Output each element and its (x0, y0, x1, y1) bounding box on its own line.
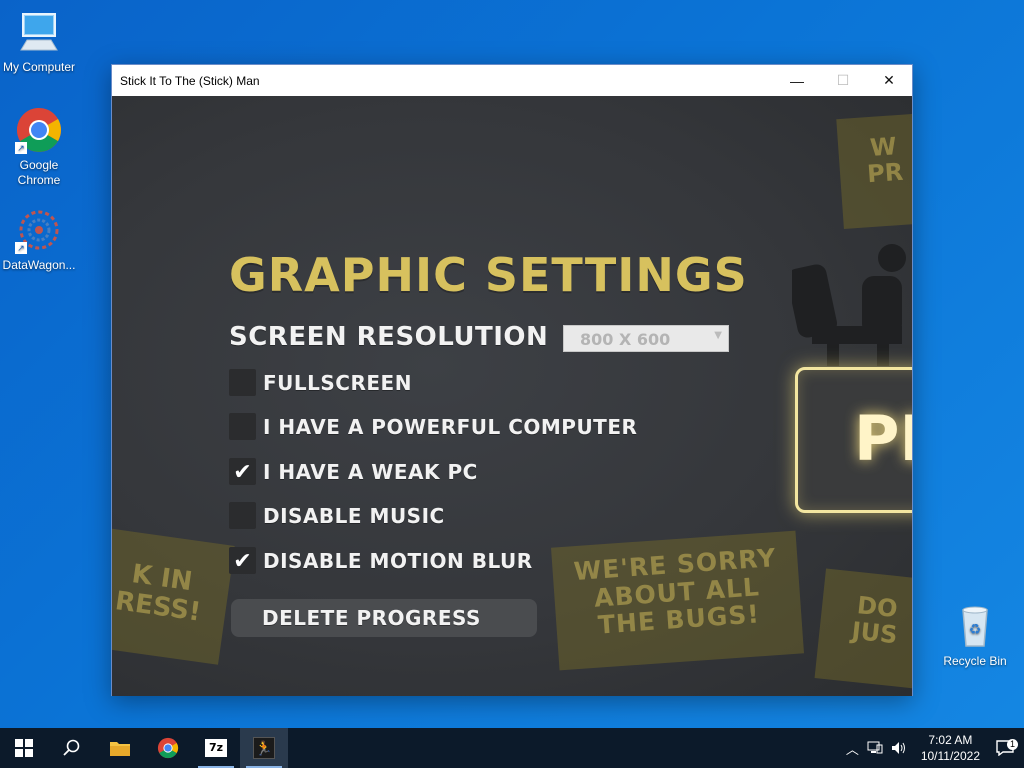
option-powerful-computer[interactable]: I HAVE A POWERFUL COMPUTER (229, 413, 637, 440)
svg-text:♻: ♻ (969, 621, 982, 637)
option-label: I HAVE A WEAK PC (263, 459, 478, 484)
folder-icon (110, 742, 130, 756)
taskbar-stick-it-game[interactable]: 🏃 (240, 728, 288, 768)
option-fullscreen[interactable]: FULLSCREEN (229, 369, 412, 396)
fullscreen-checkbox[interactable] (229, 369, 256, 396)
screen-resolution-value: 800 X 600 (580, 330, 671, 349)
checkmark-icon: ✔ (233, 547, 252, 573)
desktop-icon-recycle-bin[interactable]: ♻ Recycle Bin (937, 602, 1013, 669)
option-label: I HAVE A POWERFUL COMPUTER (263, 414, 638, 439)
poster-sorry: WE'RE SORRY ABOUT ALL THE BUGS! (551, 530, 804, 671)
game-canvas[interactable]: W PR K IN RESS! WE'RE SORRY ABOUT ALL TH… (112, 96, 912, 696)
windows-icon (15, 739, 33, 757)
volume-icon[interactable] (887, 741, 911, 755)
play-button[interactable]: PL (795, 367, 912, 513)
desktop-icon-label: Recycle Bin (943, 654, 1007, 668)
computer-icon (15, 8, 63, 56)
close-button[interactable]: ✕ (866, 65, 912, 96)
powerful-computer-checkbox[interactable] (229, 413, 256, 440)
clock-time: 7:02 AM (928, 733, 973, 747)
poster-right: DO JUS (814, 568, 912, 690)
search-icon (63, 739, 80, 756)
checkmark-icon: ✔ (233, 458, 252, 484)
disable-music-checkbox[interactable] (229, 502, 256, 529)
desktop-icon-my-computer[interactable]: My Computer (1, 8, 77, 75)
game-window: Stick It To The (Stick) Man — ☐ ✕ W PR K… (111, 64, 913, 696)
poster-left: K IN RESS! (112, 527, 235, 665)
minimize-button[interactable]: — (774, 65, 820, 96)
chrome-icon: ↗ (15, 106, 63, 154)
window-title: Stick It To The (Stick) Man (120, 73, 260, 88)
start-button[interactable] (0, 728, 48, 768)
option-label: DISABLE MUSIC (263, 503, 445, 528)
clock[interactable]: 7:02 AM 10/11/2022 (911, 732, 990, 764)
desktop-icon-label: My Computer (2, 60, 76, 74)
stickman-silhouette-icon (792, 244, 906, 366)
chrome-icon (157, 737, 179, 759)
poster-top-right: W PR (836, 112, 912, 230)
system-tray: ︿ 7:02 AM 10/11/2022 1 (842, 728, 1024, 768)
chevron-up-icon[interactable]: ︿ (842, 739, 863, 758)
delete-progress-button[interactable]: DELETE PROGRESS (231, 599, 537, 637)
screen-resolution-dropdown[interactable]: 800 X 600 ▼ (563, 325, 729, 352)
taskbar-chrome[interactable] (144, 728, 192, 768)
desktop-icon-google-chrome[interactable]: ↗ Google Chrome (1, 106, 77, 188)
taskbar: 7z 🏃 ︿ 7:02 AM 10/11/2022 1 (0, 728, 1024, 768)
desktop-icon-label: Google Chrome (17, 158, 61, 187)
7zip-icon: 7z (205, 739, 227, 757)
weak-pc-checkbox[interactable]: ✔ (229, 458, 256, 485)
search-button[interactable] (48, 728, 96, 768)
stickman-game-icon: 🏃 (253, 737, 275, 759)
option-label: DISABLE MOTION BLUR (263, 548, 533, 573)
graphic-settings-title: GRAPHIC SETTINGS (229, 248, 748, 302)
network-icon[interactable] (863, 741, 887, 755)
screen-resolution-label: SCREEN RESOLUTION (229, 322, 549, 352)
option-label: FULLSCREEN (263, 370, 412, 395)
desktop-icon-datawagon[interactable]: ↗ DataWagon... (1, 206, 77, 273)
delete-progress-label: DELETE PROGRESS (262, 606, 481, 630)
shortcut-arrow-icon: ↗ (15, 242, 27, 254)
option-disable-music[interactable]: DISABLE MUSIC (229, 502, 445, 529)
datawagon-icon: ↗ (15, 206, 63, 254)
clock-date: 10/11/2022 (920, 749, 980, 763)
notification-count-badge: 1 (1006, 739, 1018, 750)
screen-resolution-row: SCREEN RESOLUTION (229, 322, 548, 352)
maximize-button[interactable]: ☐ (820, 65, 866, 96)
chevron-down-icon: ▼ (714, 330, 722, 341)
taskbar-7zip[interactable]: 7z (192, 728, 240, 768)
disable-motion-blur-checkbox[interactable]: ✔ (229, 547, 256, 574)
notifications-button[interactable]: 1 (990, 739, 1024, 756)
taskbar-file-explorer[interactable] (96, 728, 144, 768)
window-titlebar[interactable]: Stick It To The (Stick) Man — ☐ ✕ (112, 65, 912, 96)
desktop-icon-label: DataWagon... (2, 258, 76, 272)
option-weak-pc[interactable]: ✔ I HAVE A WEAK PC (229, 458, 478, 485)
shortcut-arrow-icon: ↗ (15, 142, 27, 154)
option-disable-motion-blur[interactable]: ✔ DISABLE MOTION BLUR (229, 547, 533, 574)
recycle-bin-icon: ♻ (951, 602, 999, 650)
